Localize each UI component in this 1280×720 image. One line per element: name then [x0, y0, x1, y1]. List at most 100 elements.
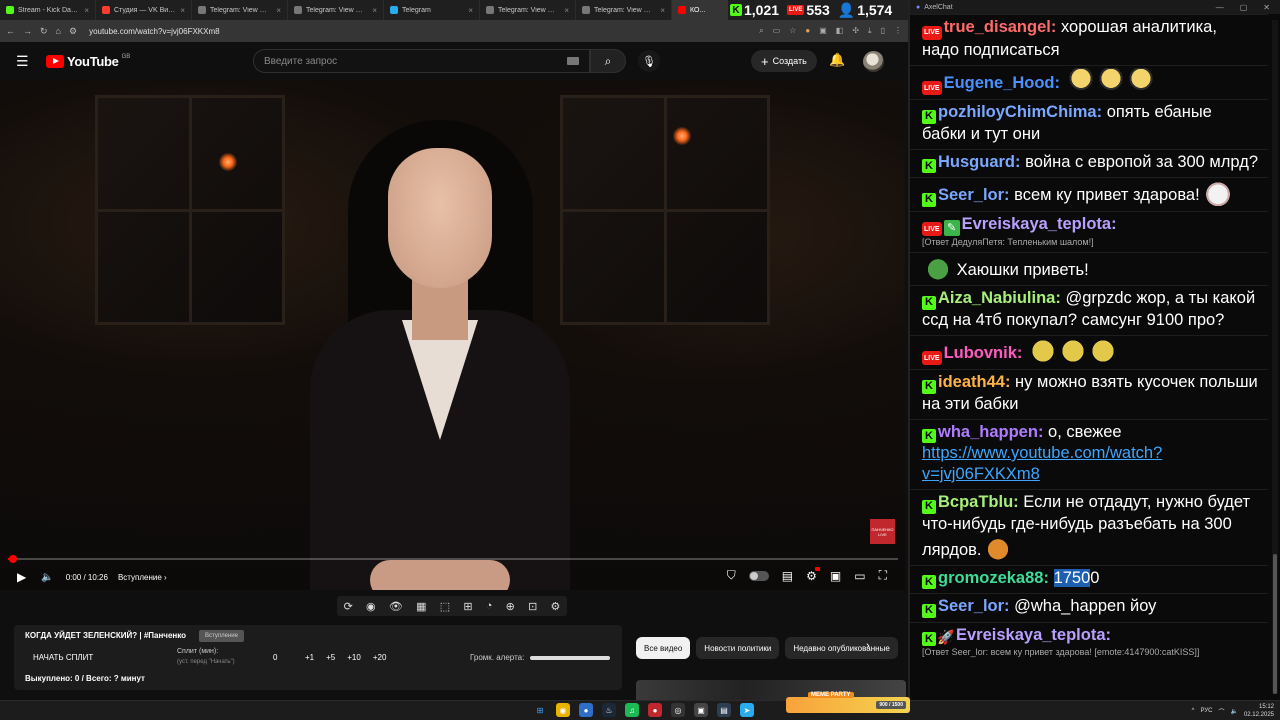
chat-username[interactable]: Aiza_Nabiulina	[938, 289, 1055, 307]
search-button[interactable]: ⌕	[590, 49, 626, 73]
puzzle-icon[interactable]: ✣	[852, 26, 859, 36]
play-icon[interactable]: ▶	[17, 570, 26, 584]
shield-icon[interactable]: ⛉	[727, 568, 736, 583]
profile-dot-icon[interactable]: ●	[805, 26, 810, 36]
chat-username[interactable]: Husguard	[938, 153, 1015, 171]
browser-tab[interactable]: Студия — VK Видео I...×	[96, 0, 192, 20]
theater-mode-icon[interactable]: ▭	[854, 569, 865, 583]
subtitles-icon[interactable]: ▤	[782, 569, 793, 583]
chat-message-list[interactable]: LIVE true_disangel: хорошая аналитика, на…	[910, 14, 1268, 698]
chat-scrollbar[interactable]	[1272, 20, 1278, 694]
chip-all-videos[interactable]: Все видео	[636, 637, 691, 659]
sidebar-icon[interactable]: ▯	[881, 26, 885, 36]
volume-icon[interactable]: 🔈	[41, 572, 53, 583]
menu-icon[interactable]: ⋮	[894, 26, 902, 36]
maximize-icon[interactable]: ▢	[1240, 3, 1248, 12]
language-indicator[interactable]: РУС	[1200, 708, 1212, 714]
close-icon[interactable]: ✕	[1263, 3, 1270, 12]
tab-close-icon[interactable]: ×	[180, 6, 185, 15]
chat-username[interactable]: Evreiskaya_teplota	[962, 215, 1112, 233]
tab-close-icon[interactable]: ×	[660, 6, 665, 15]
chat-username[interactable]: Seer_lor	[938, 597, 1004, 615]
browser-tab[interactable]: Telegram: View @unio ×	[192, 0, 288, 20]
chat-username[interactable]: Eugene_Hood	[944, 74, 1055, 92]
chat-username[interactable]: Lubovnik	[944, 344, 1017, 362]
search-input[interactable]: Введите запрос	[253, 49, 590, 73]
audio-wave-icon[interactable]: ◉	[366, 600, 376, 613]
chat-username[interactable]: BcpaTblu	[938, 493, 1013, 511]
miniplayer-icon[interactable]: ▣	[830, 569, 841, 583]
film-icon[interactable]: ▦	[416, 600, 426, 613]
start-split-button[interactable]: НАЧАТЬ СПЛИТ	[33, 653, 93, 662]
browser-tab[interactable]: Stream - Kick Dashbo... ×	[0, 0, 96, 20]
screenshot-icon[interactable]: ⊡	[528, 600, 537, 613]
app-icon-dark[interactable]: ▤	[717, 703, 731, 717]
tab-close-icon[interactable]: ×	[564, 6, 569, 15]
hamburger-menu-icon[interactable]: ☰	[16, 53, 32, 70]
youtube-logo[interactable]: YouTube GB	[46, 54, 130, 69]
chip-politics-news[interactable]: Новости политики	[696, 637, 780, 659]
windows-start-icon[interactable]: ⊞	[533, 703, 547, 717]
increment-button[interactable]: +5	[326, 653, 335, 662]
telegram-icon[interactable]: ➤	[740, 703, 754, 717]
chip-recently-uploaded[interactable]: Недавно опубликованные	[785, 637, 898, 659]
settings-gear-icon[interactable]: ⚙	[806, 566, 820, 583]
channel-watermark[interactable]: ПАНЧЕНКО LIVE	[870, 519, 895, 544]
tab-close-icon[interactable]: ×	[84, 6, 89, 15]
cast-icon[interactable]: ▭	[773, 26, 781, 36]
volume-tray-icon[interactable]: 🔈	[1230, 708, 1237, 715]
tab-close-icon[interactable]: ×	[276, 6, 281, 15]
speed-icon[interactable]: ◔	[486, 600, 493, 612]
extension-icon[interactable]: ▣	[819, 26, 827, 36]
tray-arrow-icon[interactable]: ^	[1192, 708, 1195, 714]
autoplay-toggle[interactable]	[748, 570, 769, 581]
clock[interactable]: 15:12 02.12.2025	[1244, 703, 1274, 719]
create-button[interactable]: + Создать	[751, 50, 817, 72]
tab-close-icon[interactable]: ×	[468, 6, 473, 15]
increment-button[interactable]: +20	[373, 653, 387, 662]
crop-icon[interactable]: ⬚	[440, 600, 450, 613]
minimize-icon[interactable]: —	[1216, 3, 1224, 12]
avatar[interactable]	[863, 51, 884, 72]
meme-party-widget[interactable]: MEME PARTY 900 / 1500	[786, 692, 910, 713]
chat-scrollbar-thumb[interactable]	[1273, 554, 1277, 694]
app-icon-gray[interactable]: ▣	[694, 703, 708, 717]
chat-username[interactable]: wha_happen	[938, 423, 1038, 441]
chat-username[interactable]: Evreiskaya_teplota	[956, 626, 1106, 644]
back-icon[interactable]: ←	[6, 26, 15, 36]
chat-link[interactable]: https://www.youtube.com/watch?v=jvj06FXK…	[922, 444, 1162, 483]
chevron-right-icon[interactable]: ›	[866, 640, 870, 652]
network-icon[interactable]: ⌒	[1218, 707, 1224, 716]
increment-button[interactable]: +1	[305, 653, 314, 662]
chat-username[interactable]: gromozeka88	[938, 569, 1043, 587]
browser-tab[interactable]: Telegram: View @Hoh... ×	[288, 0, 384, 20]
download-icon[interactable]: ⤓	[868, 26, 872, 36]
zoom-icon[interactable]: ⌕	[759, 26, 763, 36]
notifications-bell-icon[interactable]: 🔔	[829, 52, 845, 68]
home-icon[interactable]: ⌂	[56, 26, 61, 36]
browser-tab[interactable]: Telegram: View @crim ×	[576, 0, 672, 20]
spotify-icon[interactable]: ♫	[625, 703, 639, 717]
chapter-button[interactable]: Вступление ›	[118, 573, 167, 582]
obs-icon[interactable]: ◎	[671, 703, 685, 717]
reload-icon[interactable]: ↻	[40, 26, 48, 37]
browser-tab[interactable]: Telegram: View @truez ×	[480, 0, 576, 20]
alert-volume-slider[interactable]	[530, 656, 610, 660]
chat-username[interactable]: Seer_lor	[938, 186, 1004, 204]
loop-icon[interactable]: ⟳	[344, 600, 353, 613]
extension-icon-2[interactable]: ◧	[836, 26, 844, 36]
chat-username[interactable]: pozhiloyChimChima	[938, 103, 1097, 121]
app-icon-blue[interactable]: ●	[579, 703, 593, 717]
gear-icon[interactable]: ⚙	[551, 600, 561, 613]
url-field[interactable]: youtube.com/watch?v=jvj06FXKXm8	[89, 27, 751, 36]
browser-tab[interactable]: Telegram ×	[384, 0, 480, 20]
increment-button[interactable]: +10	[347, 653, 361, 662]
chat-username[interactable]: true_disangel	[944, 18, 1051, 36]
app-icon-red[interactable]: ●	[648, 703, 662, 717]
forward-icon[interactable]: →	[23, 26, 32, 36]
video-player[interactable]: ПАНЧЕНКО LIVE ▶ 🔈 0:00 / 10:26 Вступлени…	[0, 80, 905, 590]
keyboard-icon[interactable]	[567, 57, 579, 65]
tab-close-icon[interactable]: ×	[372, 6, 377, 15]
chrome-icon[interactable]: ◉	[556, 703, 570, 717]
add-icon[interactable]: ⊕	[506, 600, 515, 613]
